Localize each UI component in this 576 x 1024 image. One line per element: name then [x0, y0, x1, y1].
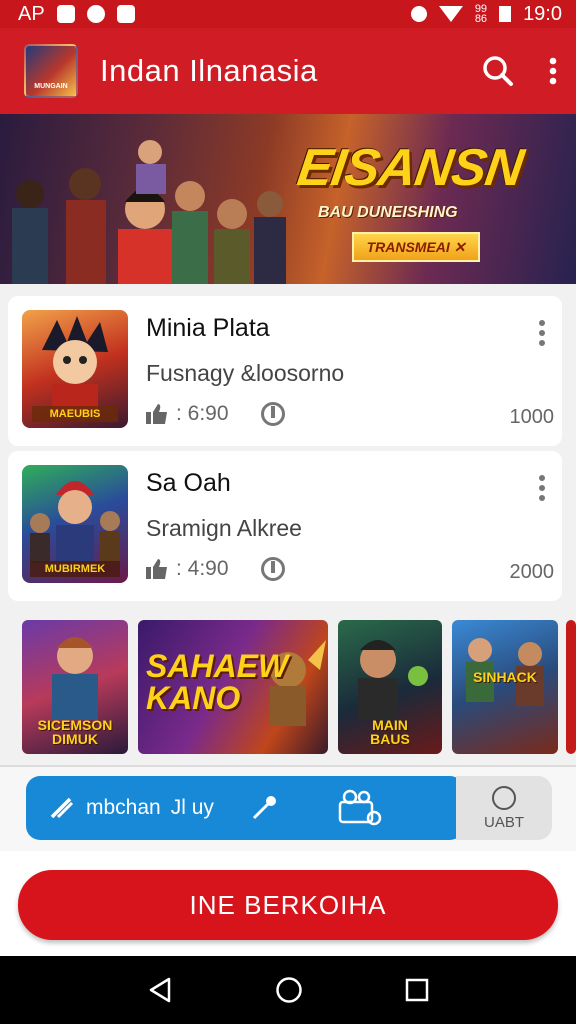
brush-icon[interactable]: [248, 792, 280, 824]
game-carousel[interactable]: SICEMSON DIMUK SAHAEW KANO MAIN BAUS SIN…: [0, 616, 576, 760]
carousel-tile-partial[interactable]: [566, 620, 576, 754]
game-stat: : 6:90: [176, 402, 229, 425]
featured-banner[interactable]: EISANSN BAU DUNEISHING TRANSMEAI ✕: [0, 114, 576, 284]
app-logo-text: MUNGAIN: [34, 83, 68, 90]
search-icon[interactable]: [482, 55, 514, 87]
game-meta: : 6:90: [146, 402, 285, 426]
rating-icon: [260, 402, 285, 426]
like-icon: [146, 559, 167, 579]
system-nav-bar: [0, 956, 576, 1024]
percent-icon: [50, 797, 74, 819]
app-title: Indan Ilnanasia: [100, 53, 318, 88]
banner-title: EISANSN: [293, 139, 527, 197]
home-icon[interactable]: [275, 976, 303, 1004]
list-item[interactable]: MAEUBIS Minia Plata Fusnagy &loosorno : …: [8, 296, 562, 446]
list-item[interactable]: MUBIRMEK Sa Oah Sramign Alkree : 4:90 20…: [8, 451, 562, 601]
mute-icon: [410, 6, 427, 22]
tile-label: SAHAEW KANO: [146, 648, 289, 716]
rating-icon: [260, 557, 285, 581]
tab-mid-text: Jl uy: [170, 796, 214, 819]
notification-icon: [56, 5, 75, 23]
game-count: 2000: [509, 561, 555, 583]
camera-icon[interactable]: [336, 788, 382, 828]
circle-icon: [492, 785, 516, 810]
app-logo[interactable]: MUNGAIN: [24, 44, 78, 98]
overflow-menu-icon[interactable]: [548, 57, 558, 85]
carousel-tile[interactable]: MAIN BAUS: [338, 620, 442, 754]
recents-icon[interactable]: [405, 978, 429, 1002]
banner-tag[interactable]: TRANSMEAI ✕: [352, 232, 480, 262]
thumbnail-label: MAEUBIS: [49, 408, 101, 420]
tile-label: SINHACK: [473, 669, 537, 685]
banner-subtitle: BAU DUNEISHING: [318, 204, 458, 221]
clock: 19:0: [523, 2, 562, 25]
status-bar: AP 99 86 19:0: [0, 0, 576, 28]
signal-text: 99 86: [474, 3, 488, 25]
game-subtitle: Sramign Alkree: [146, 515, 302, 541]
game-stat: : 4:90: [176, 557, 229, 580]
item-menu-icon[interactable]: [538, 320, 546, 351]
game-count: 1000: [509, 406, 555, 428]
banner-artwork: [12, 140, 286, 284]
thumbnail-label: MUBIRMEK: [44, 563, 106, 575]
game-meta: : 4:90: [146, 557, 285, 581]
game-title: Minia Plata: [146, 314, 270, 342]
tab-secondary[interactable]: UABT: [456, 776, 552, 840]
tab-primary-label: mbchan: [86, 796, 161, 819]
carousel-tile[interactable]: SAHAEW KANO: [138, 620, 328, 754]
tab-secondary-label: UABT: [483, 813, 524, 831]
like-icon: [146, 404, 167, 424]
tile-label: SICEMSON DIMUK: [37, 717, 113, 747]
app-bar: MUNGAIN Indan Ilnanasia: [0, 28, 576, 114]
shield-icon: [86, 5, 105, 23]
item-menu-icon[interactable]: [538, 475, 546, 506]
carousel-tile[interactable]: SICEMSON DIMUK: [22, 620, 128, 754]
game-title: Sa Oah: [146, 469, 231, 497]
carrier-text: AP: [18, 2, 45, 25]
game-thumbnail: MUBIRMEK: [22, 465, 128, 583]
game-subtitle: Fusnagy &loosorno: [146, 360, 345, 386]
game-thumbnail: MAEUBIS: [22, 310, 128, 428]
wifi-icon: [438, 6, 463, 22]
primary-cta-button[interactable]: INE BERKOIHA: [18, 870, 558, 940]
app-notification-icon: [116, 5, 135, 23]
back-icon[interactable]: [147, 976, 173, 1004]
tab-primary[interactable]: mbchan Jl uy: [26, 776, 464, 840]
carousel-tile[interactable]: SINHACK: [452, 620, 558, 754]
battery-icon: [499, 6, 512, 22]
tile-label: MAIN BAUS: [370, 717, 410, 747]
